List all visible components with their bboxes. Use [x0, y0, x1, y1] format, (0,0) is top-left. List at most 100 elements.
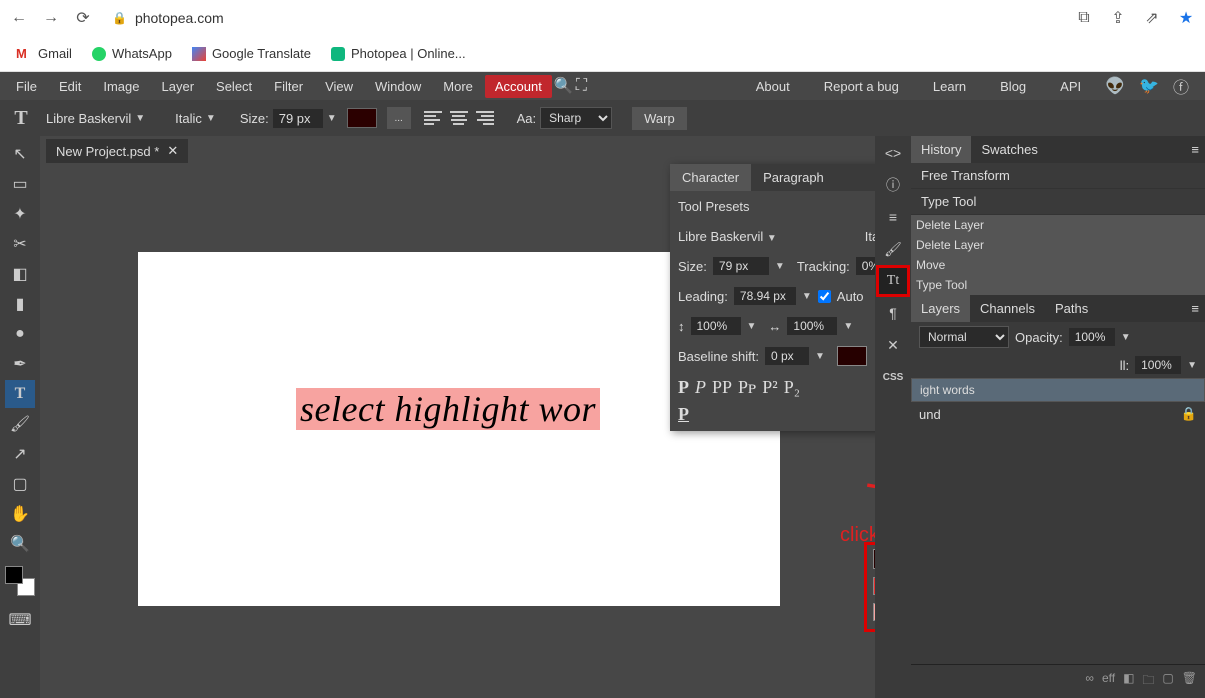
- align-center-button[interactable]: [447, 107, 471, 129]
- link-blog[interactable]: Blog: [990, 75, 1036, 98]
- tab-channels[interactable]: Channels: [970, 295, 1045, 322]
- marquee-tool[interactable]: ▭: [5, 170, 35, 198]
- bookmark-gmail[interactable]: MGmail: [16, 46, 72, 62]
- shape-tool[interactable]: ▢: [5, 470, 35, 498]
- link-api[interactable]: API: [1050, 75, 1091, 98]
- opacity-input[interactable]: [1069, 328, 1115, 346]
- paragraph-panel-icon[interactable]: ¶: [879, 300, 907, 326]
- bookmark-whatsapp[interactable]: WhatsApp: [92, 46, 172, 61]
- brush-tool[interactable]: 🖌: [5, 410, 35, 438]
- delete-layer-button[interactable]: 🗑: [1182, 671, 1197, 692]
- bookmark-google-translate[interactable]: Google Translate: [192, 46, 311, 61]
- menu-layer[interactable]: Layer: [152, 75, 205, 98]
- bookmark-star-icon[interactable]: ★: [1177, 9, 1195, 27]
- history-item[interactable]: Type Tool: [911, 275, 1205, 295]
- color-picker[interactable]: [5, 566, 35, 596]
- quick-mask-tool[interactable]: ⌨: [5, 606, 35, 634]
- address-bar[interactable]: 🔒 photopea.com: [112, 10, 224, 26]
- panel-font-select[interactable]: Libre Baskervil ▼: [678, 229, 777, 244]
- font-family-select[interactable]: Libre Baskervil ▼: [46, 111, 145, 126]
- tools-panel-icon[interactable]: ✕: [879, 332, 907, 358]
- menu-file[interactable]: File: [6, 75, 47, 98]
- tab-paragraph[interactable]: Paragraph: [751, 164, 836, 191]
- link-report-bug[interactable]: Report a bug: [814, 75, 909, 98]
- new-layer-button[interactable]: ▢: [1162, 671, 1173, 692]
- move-tool[interactable]: ↖: [5, 140, 35, 168]
- blur-tool[interactable]: ●: [5, 320, 35, 348]
- type-tool[interactable]: T: [5, 380, 35, 408]
- more-options-button[interactable]: ...: [387, 107, 411, 129]
- document-tab[interactable]: New Project.psd * ✕: [46, 139, 188, 163]
- baseline-input[interactable]: [765, 347, 809, 365]
- auto-leading-checkbox[interactable]: [818, 290, 831, 303]
- link-about[interactable]: About: [746, 75, 800, 98]
- wand-tool[interactable]: ✦: [5, 200, 35, 228]
- share-icon[interactable]: ⇗: [1143, 9, 1161, 27]
- bold-button[interactable]: P: [678, 377, 689, 398]
- character-panel-icon[interactable]: Tt: [879, 268, 907, 294]
- panel-menu-icon[interactable]: ≡: [1185, 142, 1205, 157]
- forward-button[interactable]: →: [42, 9, 60, 27]
- facebook-icon[interactable]: ⓕ: [1173, 74, 1189, 98]
- font-style-select[interactable]: Italic ▼: [175, 111, 216, 126]
- layer-mask-button[interactable]: ◧: [1123, 671, 1134, 692]
- subscript-button[interactable]: P₂: [784, 377, 800, 398]
- menu-edit[interactable]: Edit: [49, 75, 91, 98]
- tab-paths[interactable]: Paths: [1045, 295, 1098, 322]
- history-item[interactable]: Delete Layer: [911, 215, 1205, 235]
- hscale-input[interactable]: [787, 317, 837, 335]
- link-layers-button[interactable]: ∞: [1085, 671, 1094, 692]
- superscript-button[interactable]: P²: [762, 377, 777, 398]
- history-item[interactable]: Type Tool: [911, 189, 1205, 215]
- tab-layers[interactable]: Layers: [911, 295, 970, 322]
- menu-icon[interactable]: ≡: [879, 204, 907, 230]
- layer-item[interactable]: und 🔒: [911, 402, 1205, 426]
- allcaps-button[interactable]: PP: [712, 377, 732, 398]
- crop-tool[interactable]: ✂: [5, 230, 35, 258]
- canvas-text[interactable]: select highlight wor: [296, 388, 600, 430]
- fullscreen-icon[interactable]: ⛶: [576, 77, 587, 95]
- chevron-down-icon[interactable]: ▼: [327, 113, 337, 124]
- hand-tool[interactable]: ✋: [5, 500, 35, 528]
- smallcaps-button[interactable]: Pᴘ: [738, 377, 756, 398]
- blend-mode-select[interactable]: Normal: [919, 326, 1009, 348]
- brush-panel-icon[interactable]: 🖌: [879, 236, 907, 262]
- italic-button[interactable]: P: [695, 377, 706, 398]
- pen-tool[interactable]: ✒: [5, 350, 35, 378]
- menu-account[interactable]: Account: [485, 75, 552, 98]
- gradient-tool[interactable]: ▮: [5, 290, 35, 318]
- reddit-icon[interactable]: 👽: [1105, 76, 1125, 96]
- vscale-input[interactable]: [691, 317, 741, 335]
- new-folder-button[interactable]: 🗀: [1142, 671, 1154, 692]
- panel-menu-icon[interactable]: ≡: [1185, 301, 1205, 316]
- type-tool-icon[interactable]: T: [6, 104, 36, 132]
- layer-item[interactable]: ight words: [911, 378, 1205, 402]
- info-icon[interactable]: ⓘ: [879, 172, 907, 198]
- history-item[interactable]: Delete Layer: [911, 235, 1205, 255]
- close-tab-icon[interactable]: ✕: [167, 143, 178, 159]
- install-icon[interactable]: ⧉: [1075, 9, 1093, 27]
- history-item[interactable]: Move: [911, 255, 1205, 275]
- path-tool[interactable]: ↗: [5, 440, 35, 468]
- warp-button[interactable]: Warp: [632, 107, 687, 130]
- menu-image[interactable]: Image: [93, 75, 149, 98]
- align-left-button[interactable]: [421, 107, 445, 129]
- tab-history[interactable]: History: [911, 136, 971, 163]
- menu-view[interactable]: View: [315, 75, 363, 98]
- antialias-select[interactable]: Sharp: [540, 107, 612, 129]
- link-learn[interactable]: Learn: [923, 75, 976, 98]
- align-right-button[interactable]: [473, 107, 497, 129]
- tab-swatches[interactable]: Swatches: [971, 136, 1047, 163]
- menu-filter[interactable]: Filter: [264, 75, 313, 98]
- text-color-swatch[interactable]: [347, 108, 377, 128]
- menu-select[interactable]: Select: [206, 75, 262, 98]
- panel-color-swatch[interactable]: [837, 346, 867, 366]
- tab-character[interactable]: Character: [670, 164, 751, 191]
- menu-more[interactable]: More: [433, 75, 483, 98]
- underline-button[interactable]: P: [678, 404, 689, 425]
- layer-fill-input[interactable]: [1135, 356, 1181, 374]
- font-size-input[interactable]: [273, 109, 323, 128]
- extension-icon[interactable]: ⇪: [1109, 9, 1127, 27]
- reload-button[interactable]: ⟳: [74, 9, 92, 27]
- code-icon[interactable]: <>: [879, 140, 907, 166]
